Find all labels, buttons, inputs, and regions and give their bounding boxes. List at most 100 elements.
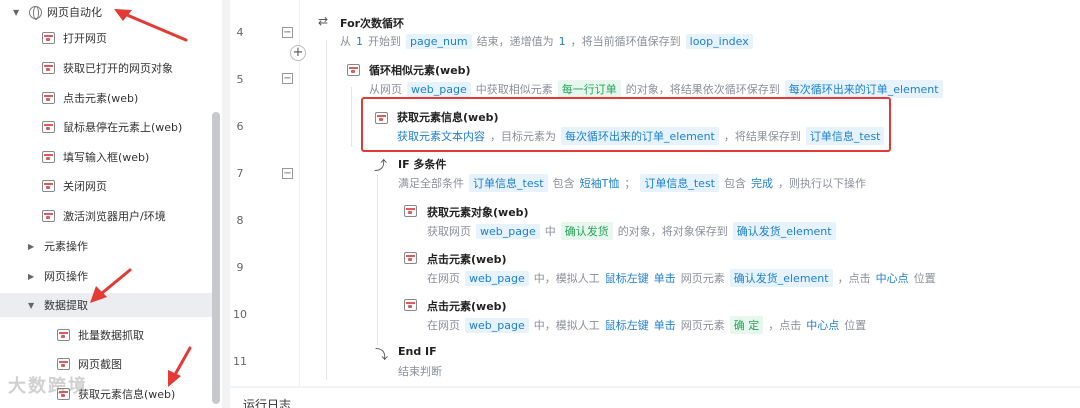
- desc-text: 结束，递增值为: [476, 35, 554, 48]
- desc-text: 包含: [552, 177, 575, 190]
- sidebar-item-activate-browser[interactable]: 激活浏览器用户/环境: [0, 204, 212, 228]
- line-number: 6: [236, 120, 244, 133]
- caret-right-icon: ▶: [28, 241, 35, 251]
- variable-tag[interactable]: web_page: [465, 317, 529, 333]
- variable-tag[interactable]: 每次循环出来的订单_element: [784, 80, 943, 98]
- line-number: 5: [236, 73, 244, 86]
- sidebar-category-label: 网页自动化: [47, 6, 102, 19]
- highlight-annotation: [361, 97, 891, 152]
- sidebar-item-label: 关闭网页: [63, 180, 107, 193]
- desc-text: 的对象，将对象保存到: [617, 225, 728, 238]
- step-description: 满足全部条件 订单信息_test 包含 短袖T恤 ； 订单信息_test 包含 …: [398, 174, 871, 192]
- sidebar-item-label: 网页截图: [78, 358, 122, 371]
- step-description: 获取网页 web_page 中 确认发货 的对象，将对象保存到 确认发货_ele…: [427, 222, 841, 240]
- run-log-title: 运行日志: [243, 398, 292, 408]
- add-step-button[interactable]: +: [290, 45, 306, 61]
- desc-text: 在网页: [427, 319, 460, 332]
- sidebar-scrollbar[interactable]: [212, 112, 220, 404]
- sidebar-item-label: 鼠标悬停在元素上(web): [63, 121, 183, 134]
- sidebar-item-label: 批量数据抓取: [78, 329, 144, 342]
- web-node-icon: [42, 180, 55, 192]
- annotation-arrow: [114, 9, 188, 42]
- line-number: 4: [236, 26, 244, 39]
- sidebar-item-label: 激活浏览器用户/环境: [63, 210, 166, 223]
- variable-tag[interactable]: web_page: [407, 81, 471, 97]
- watermark-logo: 大数跨境: [8, 376, 88, 397]
- step-description: 在网页 web_page 中，模拟人工 鼠标左键 单击 网页元素 确认发货_el…: [427, 269, 941, 287]
- branch-icon: ⤴: [374, 159, 388, 174]
- sidebar-item-label: 打开网页: [63, 32, 107, 45]
- variable-tag[interactable]: 确认发货_element: [729, 269, 833, 287]
- variable-tag[interactable]: 订单信息_test: [640, 174, 719, 192]
- desc-text: 满足全部条件: [398, 177, 464, 190]
- desc-text: 位置: [913, 272, 936, 285]
- line-number: 9: [236, 261, 244, 274]
- collapse-toggle[interactable]: −: [282, 73, 293, 84]
- annotation-arrow: [168, 346, 192, 387]
- desc-text: 开始到: [368, 35, 401, 48]
- desc-text: 从: [340, 35, 351, 48]
- desc-text: 中，模拟人工: [533, 319, 600, 332]
- line-gutter: 4 5 6 7 8 9 10 11 − − −: [230, 0, 300, 386]
- desc-text: ，则执行以下操作: [777, 177, 866, 190]
- collapse-toggle[interactable]: −: [282, 168, 293, 179]
- param-click-type[interactable]: 单击: [654, 317, 676, 333]
- sidebar-item-close-page[interactable]: 关闭网页: [0, 174, 212, 198]
- sidebar-item-get-opened-page[interactable]: 获取已打开的网页对象: [0, 56, 212, 80]
- param-mouse-button[interactable]: 鼠标左键: [605, 270, 649, 286]
- element-tag[interactable]: 确认发货: [560, 222, 613, 240]
- variable-tag[interactable]: loop_index: [685, 33, 753, 49]
- web-node-icon: [42, 32, 55, 44]
- sidebar-item-click-element[interactable]: 点击元素(web): [0, 86, 212, 110]
- param-mouse-button[interactable]: 鼠标左键: [605, 317, 649, 333]
- step-description: 结束判断: [398, 365, 442, 378]
- sidebar-item-hover-element[interactable]: 鼠标悬停在元素上(web): [0, 115, 212, 139]
- step-description: 从 1 开始到 page_num 结束，递增值为 1 ，将当前循环值保存到 lo…: [340, 33, 758, 49]
- caret-down-icon: ▼: [13, 7, 20, 17]
- flow-editor: 4 5 6 7 8 9 10 11 − − − + ⇄ For次数循环 从 1 …: [230, 0, 1080, 386]
- param-start[interactable]: 1: [356, 35, 363, 48]
- variable-tag[interactable]: page_num: [406, 33, 472, 49]
- desc-text: ；: [624, 177, 636, 190]
- web-node-icon: [57, 329, 70, 341]
- param-value[interactable]: 完成: [751, 175, 773, 191]
- sidebar-item-fill-input[interactable]: 填写输入框(web): [0, 145, 212, 169]
- step-title: For次数循环: [340, 17, 405, 30]
- param-step[interactable]: 1: [559, 35, 566, 48]
- desc-text: 网页元素: [680, 272, 725, 285]
- indent-guide: [351, 87, 352, 147]
- desc-text: 包含: [723, 177, 746, 190]
- param-position[interactable]: 中心点: [806, 317, 839, 333]
- web-node-icon: [347, 64, 360, 76]
- loop-icon: ⇄: [318, 14, 329, 28]
- web-node-icon: [404, 252, 417, 264]
- param-position[interactable]: 中心点: [876, 270, 909, 286]
- step-title: IF 多条件: [398, 158, 447, 171]
- desc-text: 位置: [844, 319, 867, 332]
- step-title: 点击元素(web): [427, 253, 507, 266]
- desc-text: ，点击: [837, 272, 871, 285]
- branch-end-icon: ⤵: [375, 348, 389, 363]
- step-title: 循环相似元素(web): [369, 64, 471, 77]
- web-node-icon: [42, 92, 55, 104]
- sidebar-item-label: 点击元素(web): [63, 92, 139, 105]
- element-tag[interactable]: 每一行订单: [557, 80, 621, 98]
- line-number: 7: [236, 167, 244, 180]
- element-tag[interactable]: 确 定: [729, 316, 764, 334]
- collapse-toggle[interactable]: −: [282, 27, 293, 38]
- variable-tag[interactable]: 确认发货_element: [732, 222, 836, 240]
- web-node-icon: [404, 299, 417, 311]
- variable-tag[interactable]: web_page: [476, 223, 540, 239]
- run-log-panel[interactable]: 运行日志: [230, 388, 1080, 408]
- sidebar-item-label: 填写输入框(web): [63, 151, 150, 164]
- variable-tag[interactable]: web_page: [465, 270, 529, 286]
- variable-tag[interactable]: 订单信息_test: [469, 174, 548, 192]
- step-title: End IF: [398, 345, 437, 358]
- param-value[interactable]: 短袖T恤: [580, 175, 620, 191]
- sidebar-group-element-ops[interactable]: ▶ 元素操作: [0, 234, 212, 258]
- line-number: 10: [233, 308, 247, 321]
- param-click-type[interactable]: 单击: [654, 270, 676, 286]
- desc-text: 的对象，将结果依次循环保存到: [625, 83, 780, 96]
- annotation-arrow: [90, 268, 132, 303]
- sidebar-item-label: 获取已打开的网页对象: [63, 62, 173, 75]
